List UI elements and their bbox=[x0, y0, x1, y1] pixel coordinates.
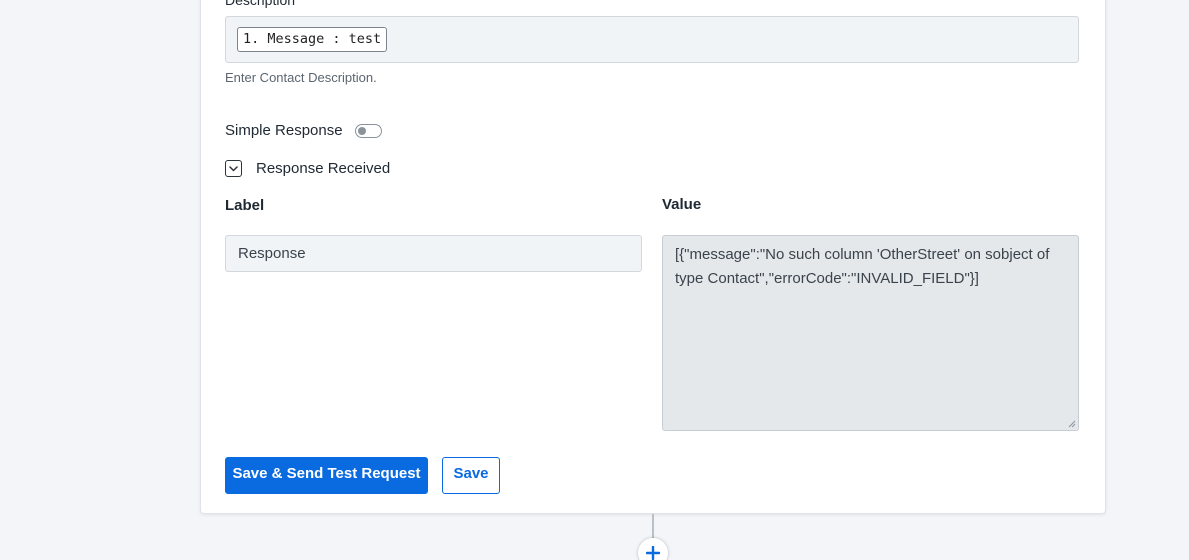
response-value-text: [{"message":"No such column 'OtherStreet… bbox=[675, 246, 1050, 287]
add-step-button[interactable] bbox=[638, 538, 668, 560]
plus-icon bbox=[646, 546, 660, 560]
label-column-header: Label bbox=[225, 197, 265, 214]
save-and-send-test-request-button[interactable]: Save & Send Test Request bbox=[225, 457, 428, 494]
chevron-down-icon bbox=[229, 165, 238, 171]
description-label: Description bbox=[225, 0, 296, 8]
value-column-header: Value bbox=[662, 196, 702, 213]
simple-response-label: Simple Response bbox=[225, 122, 343, 139]
response-value-textarea[interactable]: [{"message":"No such column 'OtherStreet… bbox=[662, 235, 1079, 431]
toggle-switch-icon bbox=[357, 126, 366, 135]
description-field[interactable]: 1. Message : test bbox=[225, 16, 1079, 63]
response-received-label: Response Received bbox=[256, 160, 391, 177]
page: Description 1. Message : test Enter Cont… bbox=[0, 0, 1189, 560]
description-hint: Enter Contact Description. bbox=[225, 70, 377, 85]
save-button[interactable]: Save bbox=[442, 457, 500, 494]
response-received-row[interactable]: Response Received bbox=[225, 160, 390, 177]
simple-response-row: Simple Response bbox=[225, 122, 382, 139]
response-received-collapse-button[interactable] bbox=[225, 160, 242, 177]
simple-response-toggle[interactable] bbox=[354, 123, 382, 138]
response-label-field[interactable]: Response bbox=[225, 235, 642, 272]
resize-grip-icon[interactable] bbox=[1068, 420, 1076, 428]
description-token[interactable]: 1. Message : test bbox=[237, 27, 388, 52]
